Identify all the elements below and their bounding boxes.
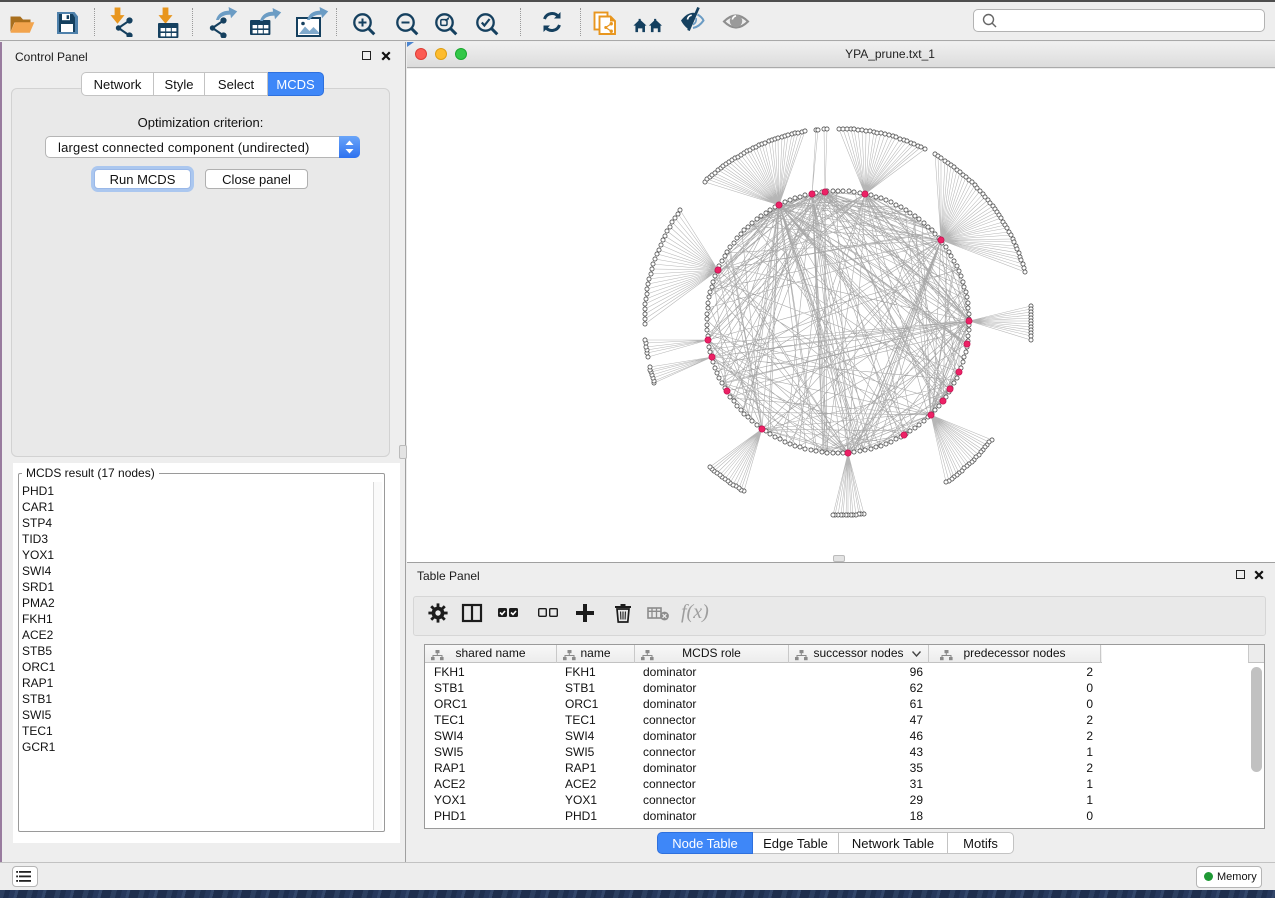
svg-text:f(x): f(x) [681,601,709,623]
